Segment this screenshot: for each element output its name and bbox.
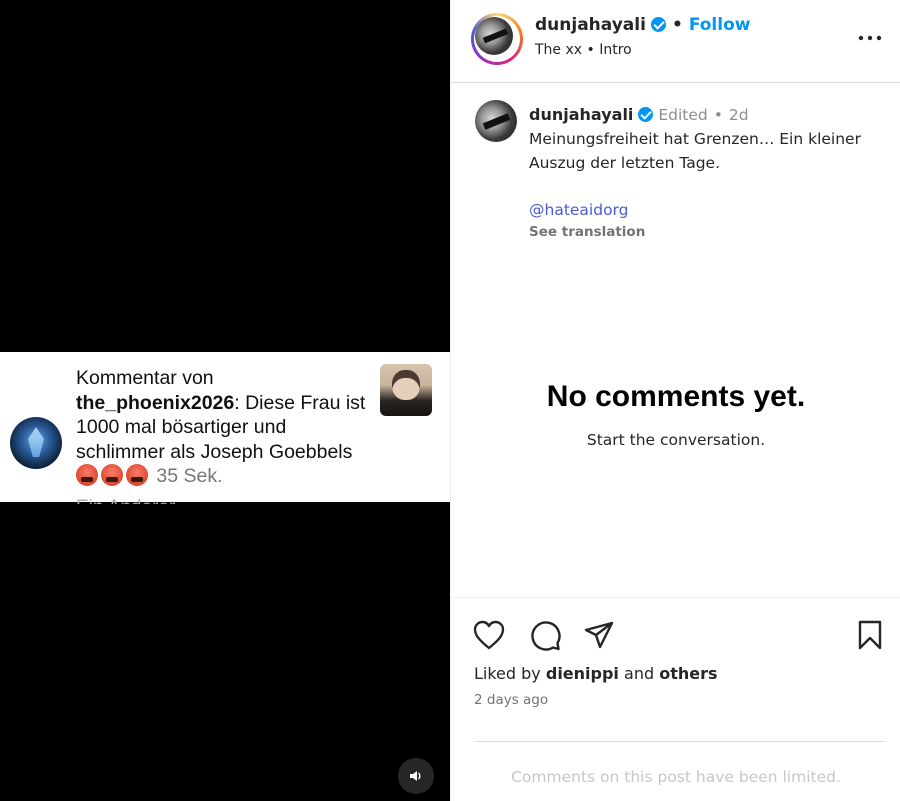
empty-title: No comments yet.	[546, 380, 806, 413]
comment-icon	[531, 621, 561, 651]
empty-subtitle: Start the conversation.	[586, 431, 766, 449]
save-button[interactable]	[853, 618, 887, 652]
more-horizontal-icon	[858, 35, 882, 41]
commenter-avatar	[10, 417, 62, 469]
caption-username[interactable]: dunjahayali	[529, 105, 633, 124]
paper-plane-icon	[584, 621, 614, 649]
commenter-thumbnail	[380, 364, 432, 416]
comment-username: the_phoenix2026	[76, 391, 235, 414]
liked-by-others[interactable]: others	[659, 664, 717, 683]
share-button[interactable]	[582, 618, 616, 652]
comments-limited-notice: Comments on this post have been limited.	[511, 768, 841, 786]
comment-button[interactable]	[528, 618, 562, 652]
post-header: dunjahayali • Follow The xx • Intro	[451, 0, 900, 83]
heart-icon	[473, 620, 505, 650]
see-translation-button[interactable]: See translation	[529, 224, 645, 240]
audio-subtitle[interactable]: The xx • Intro	[535, 42, 632, 58]
follow-button[interactable]: Follow	[689, 15, 751, 35]
likes-summary: Liked by dienippi and others	[474, 664, 718, 683]
comment-prefix: Kommentar von	[76, 367, 214, 389]
faded-next-line: Ein Anderer	[76, 496, 196, 504]
mention-link[interactable]: @hateaidorg	[529, 201, 629, 219]
comment-screenshot-text: Kommentar von the_phoenix2026: Diese Fra…	[76, 366, 376, 489]
angry-face-emoji	[76, 464, 98, 486]
verified-badge-icon	[650, 17, 666, 32]
audio-toggle-button[interactable]	[398, 758, 434, 794]
header-username[interactable]: dunjahayali	[535, 15, 646, 35]
verified-badge-icon	[638, 107, 654, 122]
bookmark-icon	[858, 620, 882, 650]
caption-text: Meinungsfreiheit hat Grenzen… Ein kleine…	[529, 130, 861, 172]
divider	[474, 741, 886, 742]
caption-body: dunjahayali Edited • 2d Meinungsfreiheit h…	[529, 105, 861, 172]
more-options-button[interactable]	[858, 26, 882, 50]
header-name-row: dunjahayali • Follow	[535, 15, 751, 35]
post-side-panel: dunjahayali • Follow The xx • Intro dunjah…	[450, 0, 900, 801]
post-age[interactable]: 2d	[729, 106, 749, 124]
comment-time: 35 Sek.	[156, 465, 223, 487]
angry-face-emoji	[101, 464, 123, 486]
edited-label: Edited	[658, 106, 708, 124]
caption-avatar[interactable]	[475, 100, 517, 142]
media-viewer[interactable]: Kommentar von the_phoenix2026: Diese Fra…	[0, 0, 450, 801]
speaker-icon	[410, 771, 421, 781]
action-bar: Liked by dienippi and others 2 days ago …	[451, 597, 900, 801]
story-ring[interactable]	[471, 13, 523, 65]
empty-comments: No comments yet. Start the conversation.	[451, 380, 900, 449]
liked-by-user[interactable]: dienippi	[546, 664, 619, 683]
angry-face-emoji	[126, 464, 148, 486]
post-timestamp[interactable]: 2 days ago	[474, 692, 548, 708]
like-button[interactable]	[472, 618, 506, 652]
profile-avatar	[475, 17, 513, 55]
